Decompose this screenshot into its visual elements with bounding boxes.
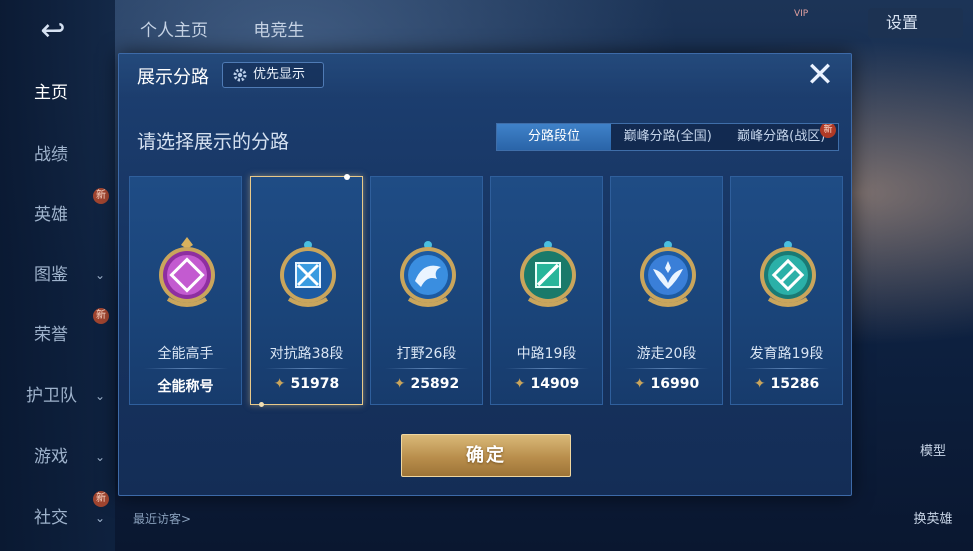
card-divider [385,368,469,369]
chevron-down-icon: ⌄ [94,511,105,525]
switch-hero-button[interactable]: 换英雄 [903,508,963,527]
nav-label: 主页 [34,83,68,103]
left-navigation: ↩ 主页 战绩 英雄 新 图鉴 ⌄ 荣誉 新 护卫队 ⌄ 游戏 ⌄ 社交 新 ⌄ [0,0,115,551]
card-label: 中路19段 [516,346,577,362]
tab-peak-region[interactable]: 巅峰分路(战区) 新 [725,124,839,150]
tab-peak-national[interactable]: 巅峰分路(全国) [611,124,725,150]
selection-marker [344,174,350,180]
card-label: 发育路19段 [749,346,824,362]
settings-button[interactable]: 设置 [868,8,963,38]
lane-card-top[interactable]: 对抗路38段 ✦ 51978 [250,174,363,407]
new-badge: 新 [93,188,109,204]
lane-card-jungle[interactable]: 打野26段 ✦ 25892 [370,176,483,405]
card-score: ✦ 15286 [731,376,842,392]
new-badge: 新 [820,124,836,138]
card-score: ✦ 14909 [491,376,602,392]
confirm-button[interactable]: 确定 [401,434,571,477]
close-button[interactable]: ✕ [803,58,837,92]
lane-card-all-round[interactable]: 全能高手 全能称号 [129,176,242,405]
recent-visitors[interactable]: 最近访客> [133,510,191,527]
lane-card-farm[interactable]: 发育路19段 ✦ 15286 [730,176,843,405]
top-tabs: 个人主页 电竞生 [140,16,344,41]
chevron-down-icon: ⌄ [94,389,105,403]
farm-lane-emblem-icon [760,241,816,307]
priority-display-button[interactable]: 优先显示 [222,62,324,88]
card-score: ✦ 16990 [611,376,722,392]
card-label: 游走20段 [636,346,697,362]
nav-item-atlas[interactable]: 图鉴 ⌄ [0,260,115,290]
selection-marker [259,402,264,407]
card-divider [505,368,589,369]
top-lane-emblem-icon [280,241,336,307]
close-icon: ✕ [805,55,835,95]
star-icon: ✦ [393,376,406,392]
nav-item-guard[interactable]: 护卫队 ⌄ [0,381,115,411]
lane-card-support[interactable]: 游走20段 ✦ 16990 [610,176,723,405]
dialog-title: 展示分路 [137,67,209,88]
nav-item-honor[interactable]: 荣誉 新 [0,308,115,350]
nav-label: 英雄 [34,205,68,225]
lane-card-mid[interactable]: 中路19段 ✦ 14909 [490,176,603,405]
tab-lane-rank[interactable]: 分路段位 [497,124,611,150]
nav-item-social[interactable]: 社交 新 ⌄ [0,491,115,533]
dialog-subtitle: 请选择展示的分路 [137,131,290,153]
show-lane-dialog: 展示分路 优先显示 ✕ 请选择展示的分路 分路段位 巅峰分路(全国) 巅峰分路(… [118,53,852,496]
support-emblem-icon [640,241,696,307]
mid-lane-emblem-icon [520,241,576,307]
star-icon: ✦ [273,376,286,392]
nav-item-record[interactable]: 战绩 [0,140,115,170]
new-badge: 新 [93,308,109,324]
nav-label: 护卫队 [26,386,77,406]
nav-label: 战绩 [34,145,68,165]
card-label: 打野26段 [396,346,457,362]
card-label: 对抗路38段 [269,346,344,362]
star-icon: ✦ [513,376,526,392]
card-label: 全能高手 [157,346,214,362]
score-value: 51978 [290,376,340,392]
score-value: 14909 [530,376,580,392]
gear-icon [233,68,247,82]
tab-label: 巅峰分路(战区) [737,129,826,144]
nav-item-home[interactable]: 主页 [0,78,115,108]
tab-esports[interactable]: 电竞生 [253,21,304,41]
nav-item-heroes[interactable]: 英雄 新 [0,188,115,230]
chevron-down-icon: ⌄ [94,268,105,282]
back-button[interactable]: ↩ [26,16,80,46]
settings-label: 设置 [886,13,919,32]
star-icon: ✦ [633,376,646,392]
card-score: ✦ 25892 [371,376,482,392]
chevron-down-icon: ⌄ [94,450,105,464]
tab-profile[interactable]: 个人主页 [140,21,208,41]
all-round-emblem-icon [159,237,215,307]
score-value: 15286 [770,376,820,392]
card-divider [265,368,349,369]
lane-tabs: 分路段位 巅峰分路(全国) 巅峰分路(战区) 新 [496,123,839,151]
card-score: ✦ 51978 [251,376,362,392]
nav-item-game[interactable]: 游戏 ⌄ [0,442,115,472]
nav-label: 荣誉 [34,325,68,345]
card-divider [745,368,829,369]
jungle-emblem-icon [400,241,456,307]
card-divider [625,368,709,369]
star-icon: ✦ [753,376,766,392]
model-button[interactable]: 模型 [903,440,963,459]
score-value: 25892 [410,376,460,392]
card-divider [144,368,228,369]
nav-label: 游戏 [34,447,68,467]
card-title: 全能称号 [157,379,214,395]
priority-label: 优先显示 [253,67,306,82]
nav-label: 社交 [34,508,68,528]
model-label: 模型 [919,444,946,459]
vip-badge[interactable]: VIP [772,8,864,34]
score-value: 16990 [650,376,700,392]
switch-hero-label: 换英雄 [913,512,953,527]
nav-label: 图鉴 [34,265,68,285]
